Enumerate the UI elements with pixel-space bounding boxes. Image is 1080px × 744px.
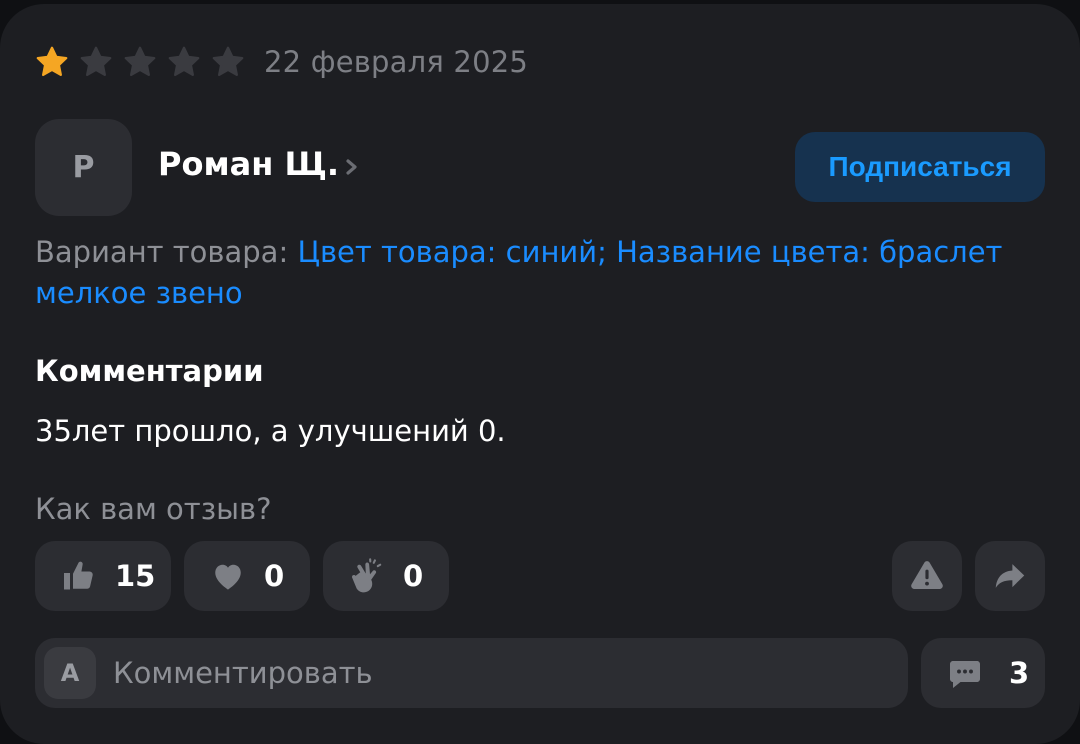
clap-icon — [347, 556, 387, 596]
clap-count: 0 — [403, 559, 424, 593]
rating-row: 22 февраля 2025 — [34, 44, 528, 80]
star-icon — [78, 44, 114, 80]
chat-bubble-icon — [947, 655, 983, 691]
comment-input[interactable] — [113, 638, 893, 708]
review-comment-text: 35лет прошло, а улучшений 0. — [35, 414, 506, 448]
star-icon — [210, 44, 246, 80]
share-button[interactable] — [975, 541, 1045, 611]
comment-input-container[interactable]: А — [35, 638, 908, 708]
star-icon — [34, 44, 70, 80]
report-button[interactable] — [892, 541, 962, 611]
like-count: 15 — [115, 559, 156, 593]
current-user-avatar: А — [44, 647, 96, 699]
author-avatar[interactable]: Р — [35, 119, 132, 216]
heart-icon — [208, 556, 248, 596]
star-icon — [122, 44, 158, 80]
variant-label: Вариант товара: — [35, 235, 289, 269]
review-date: 22 февраля 2025 — [264, 45, 529, 79]
feedback-question: Как вам отзыв? — [35, 492, 272, 526]
comments-count-button[interactable]: 3 — [921, 638, 1045, 708]
share-icon — [991, 557, 1029, 595]
author-name[interactable]: Роман Щ. — [158, 145, 339, 183]
heart-button[interactable]: 0 — [184, 541, 310, 611]
heart-count: 0 — [264, 559, 285, 593]
chevron-right-icon[interactable] — [341, 150, 365, 184]
warning-icon — [908, 557, 946, 595]
author-row: Р Роман Щ. Подписаться — [35, 119, 1045, 216]
star-icon — [166, 44, 202, 80]
clap-button[interactable]: 0 — [323, 541, 449, 611]
thumbs-up-icon — [59, 556, 99, 596]
review-card: 22 февраля 2025 Р Роман Щ. Подписаться В… — [0, 4, 1080, 744]
like-button[interactable]: 15 — [35, 541, 171, 611]
comments-heading: Комментарии — [35, 354, 264, 388]
product-variant: Вариант товара: Цвет товара: синий; Назв… — [35, 232, 1035, 314]
comments-count: 3 — [1009, 656, 1030, 690]
subscribe-button[interactable]: Подписаться — [795, 132, 1045, 202]
